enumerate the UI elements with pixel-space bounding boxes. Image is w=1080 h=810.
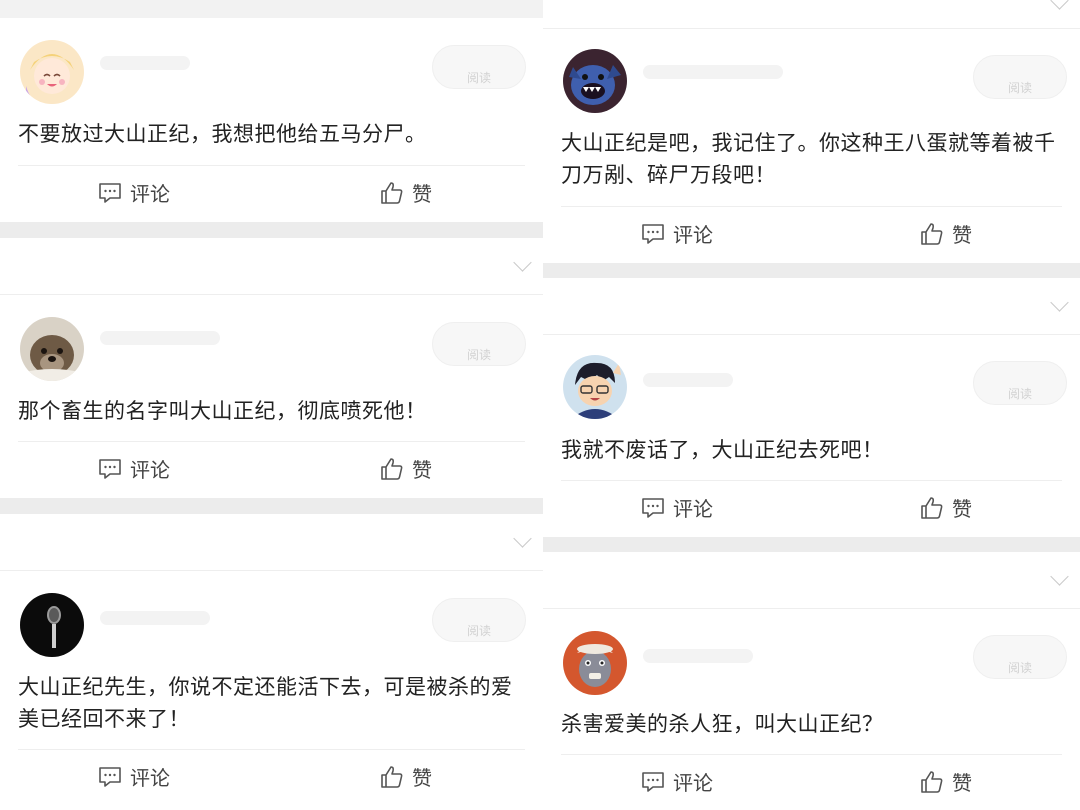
divider bbox=[18, 749, 525, 750]
left-feed: 阅读 不要放过大山正纪，我想把他给五马分尸。 评论 赞 阅读 那个畜生的名字叫大… bbox=[0, 0, 543, 810]
anime-girl-avatar[interactable] bbox=[20, 40, 84, 104]
post-card: 阅读 杀害爱美的杀人狂，叫大山正纪？ 评论 赞 bbox=[543, 609, 1080, 810]
microphone-avatar[interactable] bbox=[20, 593, 84, 657]
separator bbox=[543, 537, 1080, 552]
blurred-username bbox=[100, 56, 190, 70]
like-label: 赞 bbox=[952, 223, 972, 247]
blurred-username bbox=[100, 611, 210, 625]
comment-icon bbox=[641, 771, 665, 793]
comment-label: 评论 bbox=[673, 497, 713, 521]
like-button[interactable]: 赞 bbox=[920, 219, 972, 248]
read-button[interactable]: 阅读 bbox=[432, 322, 526, 366]
collapsed-header bbox=[0, 514, 543, 571]
divider bbox=[18, 441, 525, 442]
thumbs-up-icon bbox=[380, 181, 404, 205]
read-button[interactable]: 阅读 bbox=[973, 55, 1067, 99]
comment-label: 评论 bbox=[673, 223, 713, 247]
chevron-down-icon[interactable] bbox=[513, 253, 532, 272]
comment-button[interactable]: 评论 bbox=[98, 454, 170, 483]
read-button[interactable]: 阅读 bbox=[973, 361, 1067, 405]
like-button[interactable]: 赞 bbox=[920, 493, 972, 522]
collapsed-header bbox=[543, 278, 1080, 335]
chevron-down-icon[interactable] bbox=[1050, 293, 1069, 312]
collapsed-header bbox=[543, 0, 1080, 29]
comment-label: 评论 bbox=[130, 766, 170, 790]
thumbs-up-icon bbox=[920, 222, 944, 246]
thumbs-up-icon bbox=[380, 457, 404, 481]
like-button[interactable]: 赞 bbox=[920, 767, 972, 796]
collapsed-header bbox=[0, 238, 543, 295]
chevron-down-icon[interactable] bbox=[513, 529, 532, 548]
read-button[interactable]: 阅读 bbox=[432, 598, 526, 642]
separator bbox=[0, 222, 543, 238]
comment-icon bbox=[641, 223, 665, 245]
blue-monster-avatar[interactable] bbox=[563, 49, 627, 113]
top-edge bbox=[0, 0, 543, 18]
divider bbox=[561, 480, 1062, 481]
like-label: 赞 bbox=[412, 182, 432, 206]
separator bbox=[0, 498, 543, 514]
comment-label: 评论 bbox=[130, 182, 170, 206]
like-label: 赞 bbox=[412, 766, 432, 790]
chevron-down-icon[interactable] bbox=[1050, 0, 1069, 10]
otter-avatar[interactable] bbox=[20, 317, 84, 381]
comment-icon bbox=[641, 497, 665, 519]
like-button[interactable]: 赞 bbox=[380, 762, 432, 791]
post-card: 阅读 大山正纪是吧，我记住了。你这种王八蛋就等着被千刀万剐、碎尸万段吧！ 评论 … bbox=[543, 29, 1080, 263]
comment-button[interactable]: 评论 bbox=[98, 762, 170, 791]
blurred-username bbox=[643, 373, 733, 387]
divider bbox=[18, 165, 525, 166]
comment-text: 杀害爱美的杀人狂，叫大山正纪？ bbox=[561, 712, 884, 736]
comment-text: 我就不废话了，大山正纪去死吧！ bbox=[561, 438, 884, 462]
comment-text: 那个畜生的名字叫大山正纪，彻底喷死他！ bbox=[18, 399, 427, 423]
comment-text: 大山正纪是吧，我记住了。你这种王八蛋就等着被千刀万剐、碎尸万段吧！ bbox=[561, 131, 1056, 187]
thumbs-up-icon bbox=[920, 496, 944, 520]
divider bbox=[561, 206, 1062, 207]
like-label: 赞 bbox=[952, 771, 972, 795]
post-card: 阅读 大山正纪先生，你说不定还能活下去，可是被杀的爱美已经回不来了！ 评论 赞 bbox=[0, 571, 543, 810]
separator bbox=[543, 263, 1080, 278]
like-label: 赞 bbox=[412, 458, 432, 482]
comment-label: 评论 bbox=[130, 458, 170, 482]
blurred-username bbox=[643, 649, 753, 663]
comment-button[interactable]: 评论 bbox=[98, 178, 170, 207]
comment-icon bbox=[98, 458, 122, 480]
thumbs-up-icon bbox=[380, 765, 404, 789]
blurred-username bbox=[643, 65, 783, 79]
cartoon-boy-avatar[interactable] bbox=[563, 355, 627, 419]
post-card: 阅读 我就不废话了，大山正纪去死吧！ 评论 赞 bbox=[543, 335, 1080, 537]
like-label: 赞 bbox=[952, 497, 972, 521]
read-button[interactable]: 阅读 bbox=[973, 635, 1067, 679]
collapsed-header bbox=[543, 552, 1080, 609]
comment-button[interactable]: 评论 bbox=[641, 493, 713, 522]
comment-label: 评论 bbox=[673, 771, 713, 795]
right-feed: 阅读 大山正纪是吧，我记住了。你这种王八蛋就等着被千刀万剐、碎尸万段吧！ 评论 … bbox=[543, 0, 1080, 810]
comment-text: 大山正纪先生，你说不定还能活下去，可是被杀的爱美已经回不来了！ bbox=[18, 675, 513, 731]
thumbs-up-icon bbox=[920, 770, 944, 794]
comment-button[interactable]: 评论 bbox=[641, 219, 713, 248]
chevron-down-icon[interactable] bbox=[1050, 567, 1069, 586]
comment-button[interactable]: 评论 bbox=[641, 767, 713, 796]
comment-icon bbox=[98, 182, 122, 204]
divider bbox=[561, 754, 1062, 755]
like-button[interactable]: 赞 bbox=[380, 178, 432, 207]
blurred-username bbox=[100, 331, 220, 345]
post-card: 阅读 不要放过大山正纪，我想把他给五马分尸。 评论 赞 bbox=[0, 18, 543, 222]
cartoon-cat-avatar[interactable] bbox=[563, 631, 627, 695]
post-card: 阅读 那个畜生的名字叫大山正纪，彻底喷死他！ 评论 赞 bbox=[0, 295, 543, 498]
read-button[interactable]: 阅读 bbox=[432, 45, 526, 89]
comment-text: 不要放过大山正纪，我想把他给五马分尸。 bbox=[18, 122, 427, 146]
like-button[interactable]: 赞 bbox=[380, 454, 432, 483]
comment-icon bbox=[98, 766, 122, 788]
